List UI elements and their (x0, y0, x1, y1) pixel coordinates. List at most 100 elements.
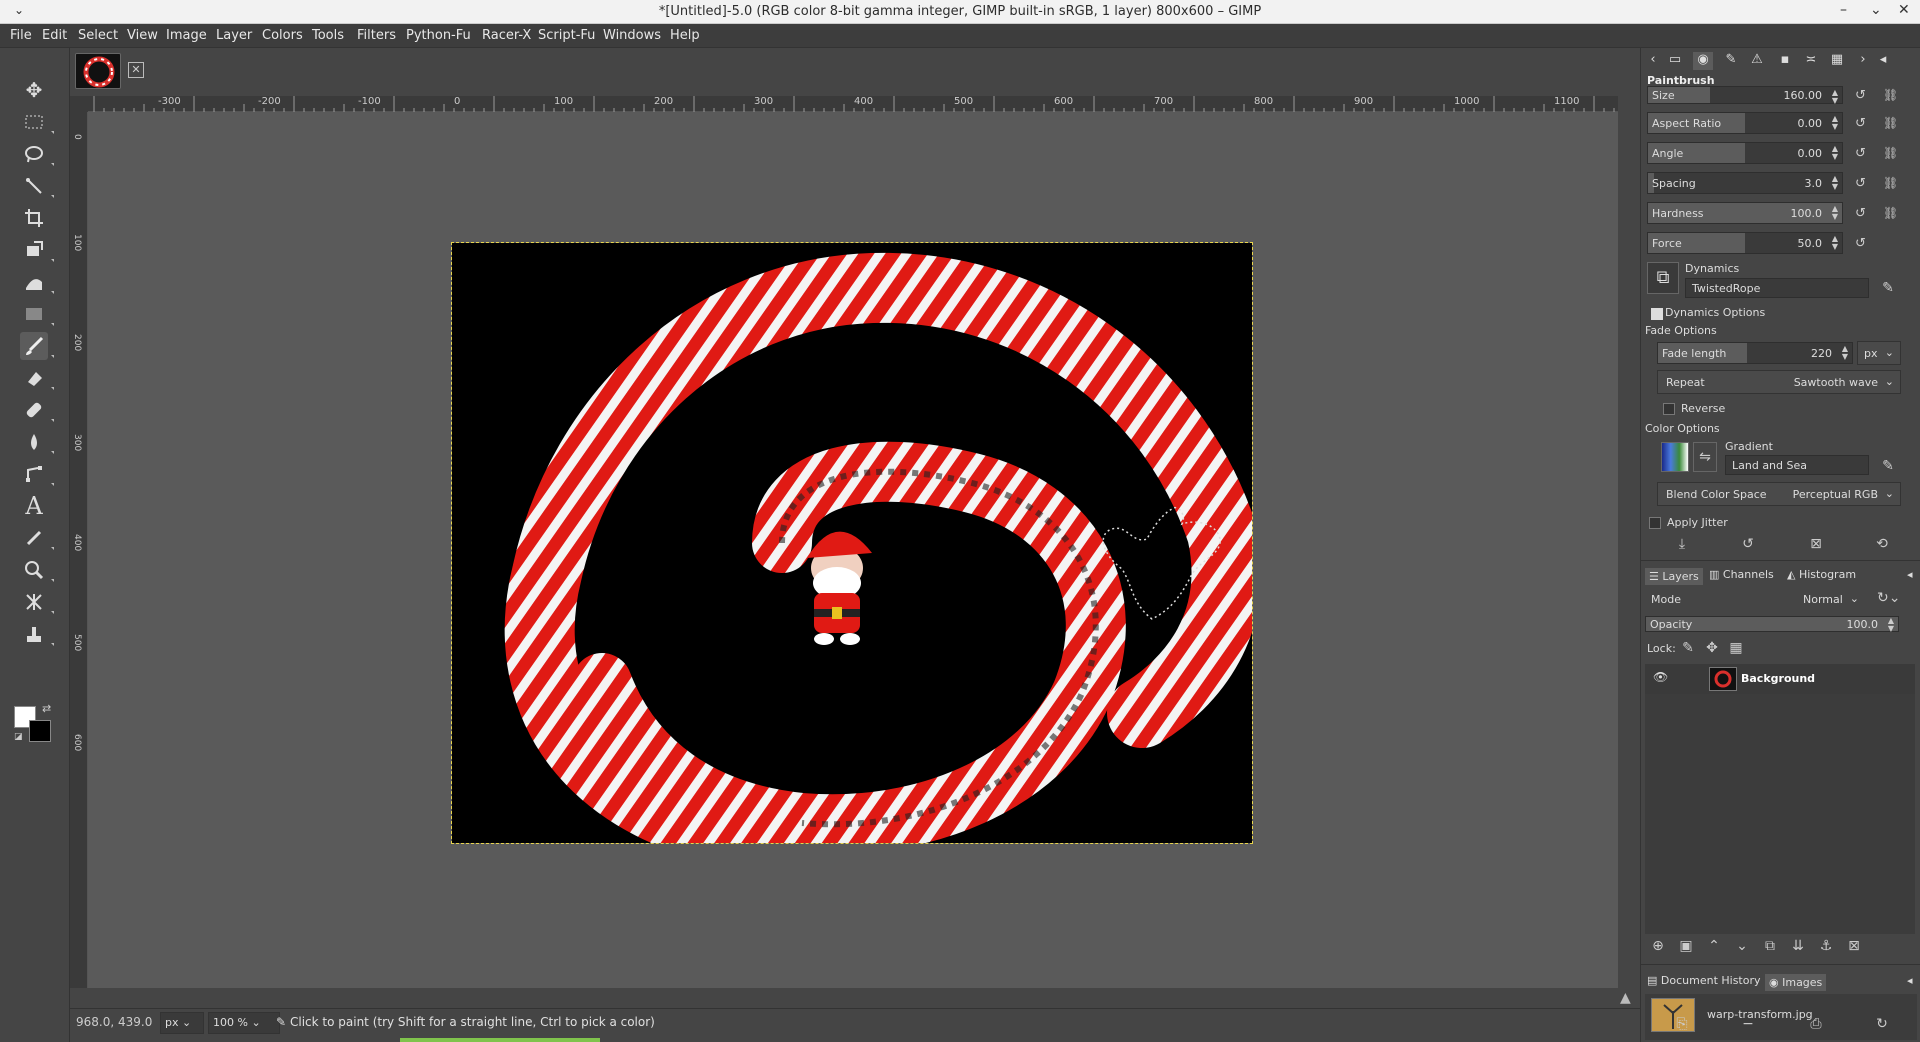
menu-script-fu[interactable]: Script-Fu (538, 28, 595, 43)
image-tab-thumbnail[interactable] (75, 53, 121, 89)
hardness-slider[interactable]: Hardness 100.0 ▲ ▼ (1647, 202, 1843, 224)
navigate-icon[interactable]: ▲ (1620, 990, 1631, 1006)
paths-tool-icon[interactable] (20, 460, 54, 488)
rect-select-tool-icon[interactable] (20, 108, 54, 136)
blend-color-space-dropdown[interactable]: Blend Color Space Perceptual RGB ⌄ (1657, 482, 1901, 506)
paintbrush-tool-icon[interactable] (20, 332, 54, 360)
device-status-tab-icon[interactable]: ▭ (1665, 52, 1685, 70)
warp-tool-icon[interactable] (20, 268, 54, 296)
background-color-swatch[interactable] (29, 720, 51, 742)
menu-select[interactable]: Select (78, 28, 118, 43)
mode-reset-icon[interactable]: ↻⌄ (1877, 590, 1900, 610)
dock-menu-icon[interactable]: ◂ (1873, 52, 1893, 70)
dynamics-field[interactable]: TwistedRope (1685, 278, 1869, 298)
menu-view[interactable]: View (127, 28, 158, 43)
dynamics-options-expander[interactable] (1651, 308, 1663, 320)
visibility-eye-icon[interactable]: 👁 (1653, 670, 1668, 684)
remove-entry-icon[interactable]: − (1737, 1016, 1759, 1036)
layer-row[interactable]: 👁 Background (1645, 664, 1915, 694)
fade-length-slider[interactable]: Fade length 220 ▲ ▼ (1657, 342, 1853, 364)
spin-arrows-icon[interactable]: ▲ ▼ (1832, 145, 1838, 161)
gradient-preview[interactable] (1661, 442, 1689, 472)
text-tool-icon[interactable]: A (20, 492, 48, 520)
gegl-tool-icon[interactable] (20, 588, 54, 616)
clear-history-icon[interactable]: ⎙ (1805, 1016, 1827, 1036)
menu-python-fu[interactable]: Python-Fu (406, 28, 471, 43)
clone-tool-icon[interactable] (20, 620, 54, 648)
unit-selector[interactable]: px ⌄ (160, 1012, 204, 1034)
vertical-scrollbar[interactable] (1618, 112, 1640, 988)
refresh-history-icon[interactable]: ↻ (1871, 1016, 1893, 1036)
edit-gradient-icon[interactable]: ✎ (1877, 458, 1899, 478)
menu-filters[interactable]: Filters (357, 28, 396, 43)
open-image-icon[interactable]: ⎘ (1671, 1016, 1693, 1036)
zoom-selector[interactable]: 100 % ⌄ (208, 1012, 280, 1034)
reset-force-icon[interactable]: ↺ (1855, 236, 1871, 252)
color-picker-tool-icon[interactable] (20, 524, 54, 552)
menu-file[interactable]: File (10, 28, 32, 43)
link-hardness-icon[interactable]: ⛓ (1883, 206, 1898, 222)
spacing-slider[interactable]: Spacing 3.0 ▲ ▼ (1647, 172, 1843, 194)
lower-layer-icon[interactable]: ⌄ (1731, 938, 1753, 958)
fuzzy-select-tool-icon[interactable] (20, 172, 54, 200)
reverse-gradient-icon[interactable]: ⇋ (1693, 442, 1717, 472)
save-options-icon[interactable]: ⤓ (1671, 536, 1693, 556)
smudge-tool-icon[interactable] (20, 428, 54, 456)
reverse-checkbox[interactable] (1663, 403, 1675, 415)
menu-windows[interactable]: Windows (603, 28, 661, 43)
new-group-icon[interactable]: ▣ (1675, 938, 1697, 958)
gradient-tool-icon[interactable] (20, 300, 54, 328)
menu-edit[interactable]: Edit (42, 28, 67, 43)
size-slider[interactable]: Size 160.00 ▲ ▼ (1647, 86, 1843, 105)
mode-dropdown[interactable]: Normal ⌄ (1801, 588, 1865, 612)
menu-help[interactable]: Help (670, 28, 700, 43)
pattern-tab-icon[interactable]: ▪ (1775, 52, 1795, 70)
menu-racer-x[interactable]: Racer-X (482, 28, 531, 43)
dock-left-arrow-icon[interactable]: ‹ (1643, 52, 1663, 70)
apply-jitter-checkbox[interactable] (1649, 517, 1661, 529)
tab-document-history[interactable]: ▤ Document History (1647, 974, 1761, 987)
angle-slider[interactable]: Angle 0.00 ▲ ▼ (1647, 142, 1843, 164)
gradients-tab-icon[interactable]: ▦ (1827, 52, 1847, 70)
spin-arrows-icon[interactable]: ▲ ▼ (1832, 235, 1838, 251)
fonts-tab-icon[interactable]: ≍ (1801, 52, 1821, 70)
heal-tool-icon[interactable] (20, 396, 54, 424)
tab-layers[interactable]: ☰ Layers (1645, 568, 1703, 585)
close-button[interactable]: ✕ (1898, 2, 1910, 18)
transform-tool-icon[interactable] (20, 236, 54, 264)
reset-options-icon[interactable]: ⟲ (1871, 536, 1893, 556)
menu-layer[interactable]: Layer (216, 28, 252, 43)
tab-histogram[interactable]: ◭ Histogram (1787, 568, 1856, 581)
force-slider[interactable]: Force 50.0 ▲ ▼ (1647, 232, 1843, 254)
spin-arrows-icon[interactable]: ▲ ▼ (1832, 205, 1838, 221)
edit-dynamics-icon[interactable]: ✎ (1877, 280, 1899, 300)
reset-angle-icon[interactable]: ↺ (1855, 146, 1871, 162)
gradient-field[interactable]: Land and Sea (1725, 455, 1869, 475)
horizontal-scrollbar[interactable] (88, 988, 1618, 1002)
undo-tab-icon[interactable]: ⚠ (1747, 52, 1767, 70)
spin-arrows-icon[interactable]: ▲ ▼ (1832, 115, 1838, 131)
restore-options-icon[interactable]: ↺ (1737, 536, 1759, 556)
minimize-button[interactable]: – (1840, 2, 1847, 18)
spin-arrows-icon[interactable]: ▲ ▼ (1888, 617, 1894, 633)
duplicate-layer-icon[interactable]: ⧉ (1759, 938, 1781, 958)
spin-arrows-icon[interactable]: ▲ ▼ (1842, 345, 1848, 361)
opacity-slider[interactable]: Opacity 100.0 ▲ ▼ (1645, 616, 1899, 633)
link-angle-icon[interactable]: ⛓ (1883, 146, 1898, 162)
ruler-corner[interactable] (70, 96, 88, 112)
reset-spacing-icon[interactable]: ↺ (1855, 176, 1871, 192)
lock-position-icon[interactable]: ✥ (1701, 640, 1723, 660)
reset-size-icon[interactable]: ↺ (1855, 88, 1871, 104)
default-colors-icon[interactable]: ◪ (14, 732, 23, 742)
dynamics-preview-icon[interactable]: ⧉ (1647, 262, 1679, 294)
lock-alpha-icon[interactable]: ▦ (1725, 640, 1747, 660)
swap-colors-icon[interactable]: ⇄ (42, 702, 51, 715)
delete-layer-icon[interactable]: ⊠ (1843, 938, 1865, 958)
layers-menu-icon[interactable]: ◂ (1907, 568, 1913, 581)
raise-layer-icon[interactable]: ⌃ (1703, 938, 1725, 958)
new-layer-icon[interactable]: ⊕ (1647, 938, 1669, 958)
move-tool-icon[interactable]: ✥ (20, 76, 48, 104)
reset-hardness-icon[interactable]: ↺ (1855, 206, 1871, 222)
aspect-ratio-slider[interactable]: Aspect Ratio 0.00 ▲ ▼ (1647, 112, 1843, 134)
tab-channels[interactable]: ▥ Channels (1709, 568, 1774, 581)
